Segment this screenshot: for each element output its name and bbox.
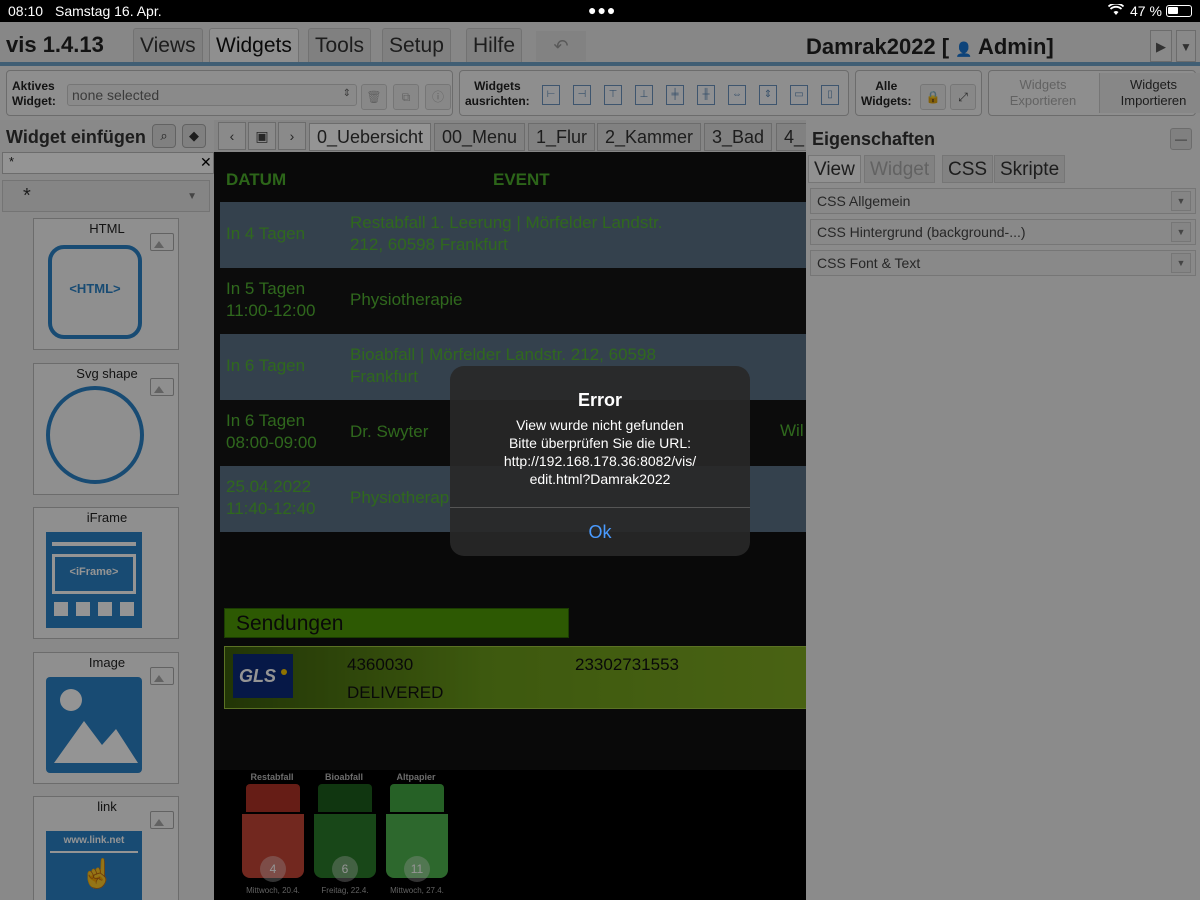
multitasking-dots-icon[interactable]: ●●● [588, 2, 616, 18]
error-dialog-line: Bitte überprüfen Sie die URL: [508, 435, 692, 451]
error-dialog-url: edit.html?Damrak2022 [529, 471, 671, 487]
error-dialog-url: http://192.168.178.36:8082/vis/ [503, 453, 697, 469]
error-dialog: Error View wurde nicht gefunden Bitte üb… [450, 366, 750, 556]
battery-percent: 47 % [1130, 3, 1162, 19]
status-date: Samstag 16. Apr. [55, 3, 162, 19]
error-dialog-line: View wurde nicht gefunden [516, 417, 684, 433]
ios-app-screen: 08:10 Samstag 16. Apr. ●●● 47 % vis 1.4.… [0, 0, 1200, 900]
status-time: 08:10 [8, 3, 44, 19]
battery-icon [1166, 5, 1192, 17]
ok-button[interactable]: Ok [450, 508, 750, 556]
error-dialog-title: Error [577, 390, 622, 410]
wifi-icon [1107, 2, 1125, 19]
status-bar: 08:10 Samstag 16. Apr. ●●● 47 % [0, 0, 1200, 22]
